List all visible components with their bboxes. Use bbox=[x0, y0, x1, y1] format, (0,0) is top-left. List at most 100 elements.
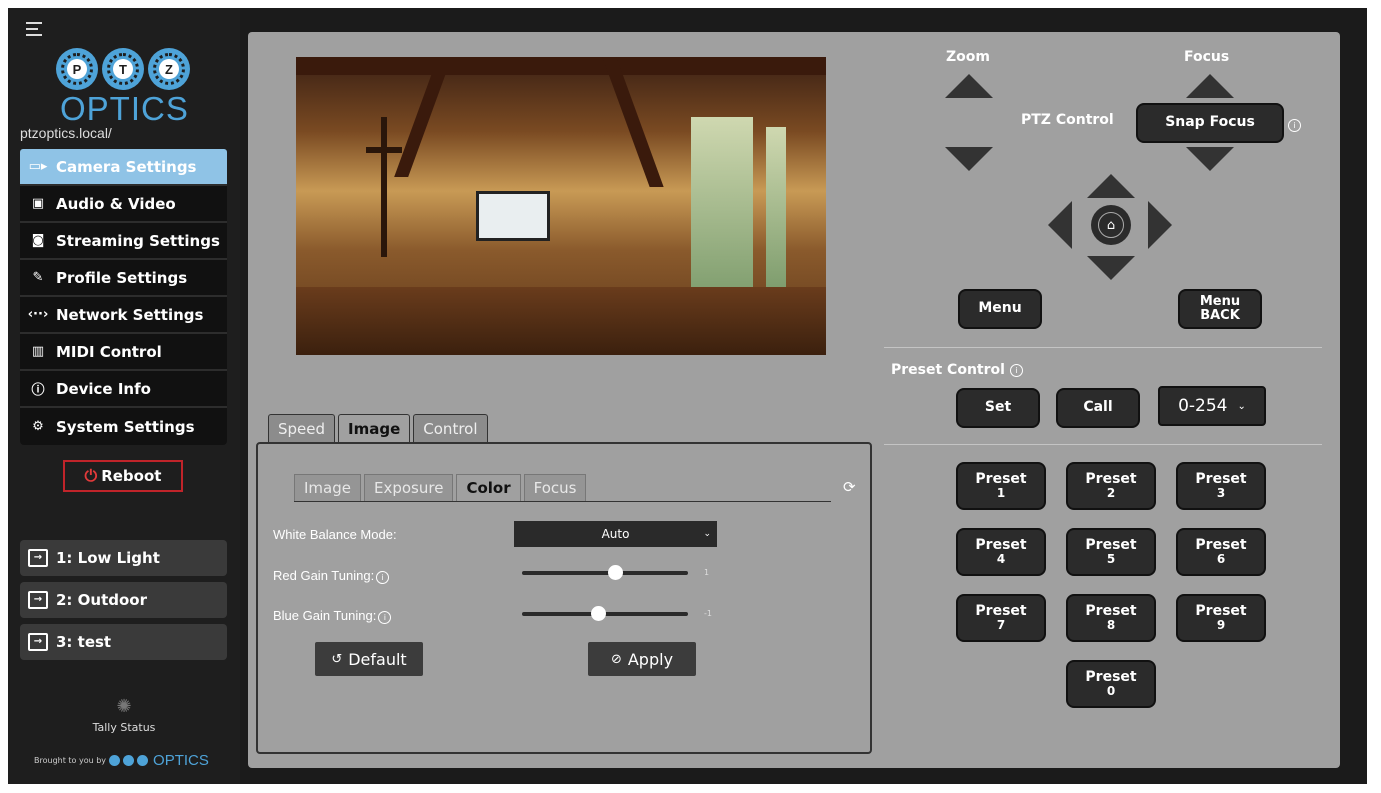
tab-image[interactable]: Image bbox=[338, 414, 411, 442]
focus-far-arrow-icon[interactable] bbox=[1186, 147, 1234, 171]
snap-focus-button[interactable]: Snap Focus bbox=[1136, 103, 1284, 143]
preset-button-0[interactable]: Preset 0 bbox=[1066, 660, 1156, 708]
logo-word: OPTICS bbox=[60, 90, 189, 127]
video-stained-window bbox=[766, 127, 786, 297]
pan-up-arrow-icon[interactable] bbox=[1087, 174, 1135, 198]
settings-tabs: Speed Image Control bbox=[268, 414, 488, 442]
video-beam bbox=[394, 57, 452, 177]
preset-control-label: Preset Control i bbox=[891, 362, 1023, 378]
sidebar: P T Z OPTICS ptzoptics.local/ ▭▸ Camera … bbox=[8, 8, 240, 784]
preset-button-8[interactable]: Preset 8 bbox=[1066, 594, 1156, 642]
refresh-icon[interactable]: ⟳ bbox=[843, 478, 856, 496]
tab-control[interactable]: Control bbox=[413, 414, 488, 442]
logo-mini-icon bbox=[123, 755, 135, 766]
sidebar-item-system-settings[interactable]: ⚙ System Settings bbox=[20, 408, 227, 445]
sidebar-item-camera-settings[interactable]: ▭▸ Camera Settings bbox=[20, 149, 227, 186]
preset-button-2[interactable]: Preset 2 bbox=[1066, 462, 1156, 510]
logo-circle-t: T bbox=[102, 48, 144, 90]
zoom-in-arrow-icon[interactable] bbox=[945, 74, 993, 98]
preset-button-7[interactable]: Preset 7 bbox=[956, 594, 1046, 642]
host-address: ptzoptics.local/ bbox=[20, 125, 112, 141]
logo-circle-z: Z bbox=[148, 48, 190, 90]
profile-icon: ✎ bbox=[32, 270, 44, 285]
focus-near-arrow-icon[interactable] bbox=[1186, 74, 1234, 98]
network-icon: ‹··› bbox=[27, 307, 49, 322]
subtab-divider bbox=[294, 501, 831, 502]
blue-gain-slider[interactable] bbox=[522, 606, 688, 621]
info-icon[interactable]: i bbox=[378, 611, 392, 624]
camera-video-feed[interactable] bbox=[296, 57, 826, 355]
sidebar-item-label: System Settings bbox=[56, 417, 195, 436]
sidebar-item-label: Profile Settings bbox=[56, 268, 188, 287]
preset-button-4[interactable]: Preset 4 bbox=[956, 528, 1046, 576]
brought-to-you-by: Brought to you by OPTICS bbox=[34, 752, 209, 769]
sidebar-item-audio-video[interactable]: ▣ Audio & Video bbox=[20, 186, 227, 223]
blue-gain-slider-knob[interactable] bbox=[591, 606, 607, 621]
main-panel: Speed Image Control Image Exposure Color… bbox=[248, 32, 1340, 768]
hamburger-menu-icon[interactable] bbox=[26, 22, 42, 40]
preset-call-button[interactable]: Call bbox=[1056, 388, 1140, 428]
sidebar-item-label: Audio & Video bbox=[56, 194, 176, 213]
zoom-label: Zoom bbox=[946, 49, 990, 65]
info-icon[interactable]: i bbox=[376, 571, 390, 584]
profile-item-2[interactable]: → 2: Outdoor bbox=[20, 582, 227, 618]
reboot-button[interactable]: ⏻ Reboot bbox=[63, 460, 183, 492]
sidebar-item-label: MIDI Control bbox=[56, 342, 162, 361]
profile-item-1[interactable]: → 1: Low Light bbox=[20, 540, 227, 576]
sidebar-item-streaming-settings[interactable]: ◙ Streaming Settings bbox=[20, 223, 227, 260]
audio-video-icon: ▣ bbox=[31, 196, 45, 211]
white-balance-select[interactable]: Auto ⌄ bbox=[514, 521, 717, 547]
tally-status: ✺ Tally Status bbox=[8, 696, 240, 734]
default-button[interactable]: ↺ Default bbox=[315, 642, 423, 676]
image-tab-panel: Image Exposure Color Focus ⟳ White Balan… bbox=[256, 442, 872, 754]
video-ceiling bbox=[296, 57, 826, 75]
preset-button-6[interactable]: Preset 6 bbox=[1176, 528, 1266, 576]
menu-button[interactable]: Menu bbox=[958, 289, 1042, 329]
chevron-down-icon: ⌄ bbox=[1237, 400, 1246, 412]
sidebar-item-network-settings[interactable]: ‹··› Network Settings bbox=[20, 297, 227, 334]
red-gain-slider-knob[interactable] bbox=[607, 565, 623, 580]
midi-icon: ▥ bbox=[31, 344, 45, 359]
power-icon: ⏻ bbox=[84, 466, 98, 485]
red-gain-slider[interactable] bbox=[522, 565, 688, 580]
sidebar-item-label: Streaming Settings bbox=[56, 231, 220, 250]
subtab-exposure[interactable]: Exposure bbox=[363, 474, 454, 501]
red-gain-label: Red Gain Tuning: i bbox=[273, 568, 390, 584]
sidebar-item-profile-settings[interactable]: ✎ Profile Settings bbox=[20, 260, 227, 297]
sidebar-item-device-info[interactable]: ⓘ Device Info bbox=[20, 371, 227, 408]
red-gain-value: 1 bbox=[704, 568, 710, 577]
pan-right-arrow-icon[interactable] bbox=[1148, 201, 1172, 249]
logo: P T Z bbox=[56, 48, 190, 90]
preset-set-button[interactable]: Set bbox=[956, 388, 1040, 428]
blue-gain-label: Blue Gain Tuning: i bbox=[273, 608, 392, 624]
pan-down-arrow-icon[interactable] bbox=[1087, 256, 1135, 280]
info-icon[interactable]: i bbox=[1009, 363, 1023, 377]
video-stained-window bbox=[691, 117, 753, 307]
sidebar-item-label: Network Settings bbox=[56, 305, 204, 324]
sidebar-nav: ▭▸ Camera Settings ▣ Audio & Video ◙ Str… bbox=[20, 149, 227, 445]
info-icon[interactable]: i bbox=[1288, 119, 1301, 132]
app-frame: P T Z OPTICS ptzoptics.local/ ▭▸ Camera … bbox=[8, 8, 1367, 784]
blue-gain-value: -1 bbox=[704, 609, 712, 618]
subtab-color[interactable]: Color bbox=[456, 474, 521, 501]
profile-item-3[interactable]: → 3: test bbox=[20, 624, 227, 660]
pan-left-arrow-icon[interactable] bbox=[1048, 201, 1072, 249]
preset-button-3[interactable]: Preset 3 bbox=[1176, 462, 1266, 510]
lightbulb-icon: ✺ bbox=[116, 696, 132, 717]
subtab-image[interactable]: Image bbox=[294, 474, 361, 501]
subtab-focus[interactable]: Focus bbox=[523, 474, 587, 501]
preset-button-5[interactable]: Preset 5 bbox=[1066, 528, 1156, 576]
zoom-out-arrow-icon[interactable] bbox=[945, 147, 993, 171]
focus-label: Focus bbox=[1184, 49, 1230, 65]
video-cross bbox=[366, 147, 402, 153]
video-pews bbox=[296, 287, 826, 355]
sidebar-item-midi-control[interactable]: ▥ MIDI Control bbox=[20, 334, 227, 371]
home-position-button[interactable]: ⌂ bbox=[1091, 205, 1131, 245]
preset-button-9[interactable]: Preset 9 bbox=[1176, 594, 1266, 642]
tab-speed[interactable]: Speed bbox=[268, 414, 336, 442]
menu-back-button[interactable]: Menu BACK bbox=[1178, 289, 1262, 329]
camera-icon: ▭▸ bbox=[28, 159, 48, 174]
preset-number-select[interactable]: 0-254 ⌄ bbox=[1158, 386, 1266, 426]
preset-button-1[interactable]: Preset 1 bbox=[956, 462, 1046, 510]
apply-button[interactable]: ⊘ Apply bbox=[588, 642, 696, 676]
